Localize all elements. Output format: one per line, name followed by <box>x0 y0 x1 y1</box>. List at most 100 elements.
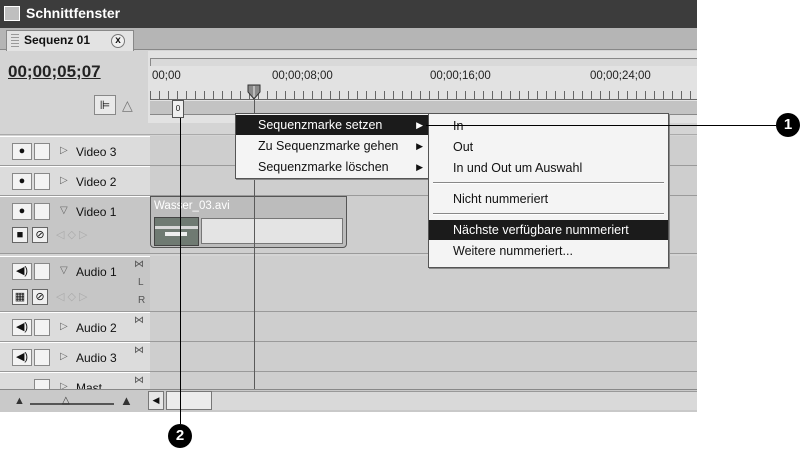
submenu-item-next-available-numbered[interactable]: Nächste verfügbare nummeriert <box>429 220 668 240</box>
submenu-arrow-icon: ▶ <box>416 120 423 130</box>
clip-body <box>201 218 343 244</box>
horizontal-scroll-track[interactable] <box>212 391 697 410</box>
menu-item-set-sequence-marker[interactable]: Sequenzmarke setzen ▶ <box>236 115 429 135</box>
track-audio-2[interactable] <box>150 312 697 342</box>
speaker-icon[interactable]: ◀) <box>12 263 32 280</box>
display-style-icon[interactable]: ■ <box>12 227 28 243</box>
menu-item-goto-sequence-marker[interactable]: Zu Sequenzmarke gehen ▶ <box>236 136 429 156</box>
set-marker-button[interactable]: △ <box>122 97 136 113</box>
window-title: Schnittfenster <box>26 5 121 21</box>
show-keyframes-icon[interactable]: ⊘ <box>32 227 48 243</box>
collapse-triangle-icon[interactable]: ▽ <box>60 205 68 216</box>
tab-grip-icon[interactable] <box>11 34 19 47</box>
scroll-left-arrow-icon[interactable]: ◀ <box>148 391 164 410</box>
tab-label: Sequenz 01 <box>24 33 91 47</box>
track-name: Video 1 <box>76 205 117 219</box>
submenu: In Out In und Out um Auswahl Nicht numme… <box>428 113 669 268</box>
track-name: Audio 3 <box>76 351 117 365</box>
callout-badge: 1 <box>776 113 800 137</box>
ruler-label: 00;00;24;00 <box>590 70 651 82</box>
track-name: Audio 2 <box>76 321 117 335</box>
speaker-icon[interactable]: ◀) <box>12 349 32 366</box>
track-header-video-3[interactable]: ● ▷ Video 3 <box>0 136 150 166</box>
track-name: Video 2 <box>76 175 117 189</box>
thumb-wave <box>155 226 198 229</box>
lock-toggle[interactable] <box>34 319 50 336</box>
waveform-icon[interactable]: ▦ <box>12 289 28 305</box>
mono-stereo-icon: ⋈ <box>134 345 144 356</box>
track-header-audio-2[interactable]: ◀) ▷ Audio 2 ⋈ <box>0 312 150 342</box>
track-name: Video 3 <box>76 145 117 159</box>
expand-triangle-icon[interactable]: ▷ <box>60 321 68 332</box>
menu-separator <box>433 182 664 184</box>
menu-item-label: Zu Sequenzmarke gehen <box>258 139 399 153</box>
track-audio-3[interactable] <box>150 342 697 372</box>
lock-toggle[interactable] <box>34 203 50 220</box>
title-bar[interactable]: Schnittfenster <box>0 0 697 28</box>
clip-thumbnail <box>154 217 199 246</box>
tab-close-icon[interactable]: x <box>111 34 125 48</box>
speaker-icon[interactable]: ◀) <box>12 319 32 336</box>
clip-name: Wasser_03.avi <box>154 200 230 212</box>
track-header-video-2[interactable]: ● ▷ Video 2 <box>0 166 150 196</box>
track-name: Audio 1 <box>76 265 117 279</box>
keyframe-nav-icon[interactable]: ◁ ◇ ▷ <box>56 290 88 303</box>
track-header-master[interactable]: ▷ Mast ⋈ <box>0 372 150 390</box>
submenu-item-in-out-around-selection[interactable]: In und Out um Auswahl <box>429 158 668 178</box>
track-header-video-1[interactable]: ● ▽ Video 1 ■ ⊘ ◁ ◇ ▷ <box>0 196 150 254</box>
callout-line <box>426 125 776 126</box>
ruler-label: 00;00;16;00 <box>430 70 491 82</box>
menu-item-clear-sequence-marker[interactable]: Sequenzmarke löschen ▶ <box>236 157 429 177</box>
eye-icon[interactable]: ● <box>12 173 32 190</box>
menu-item-label: Sequenzmarke setzen <box>258 118 383 132</box>
collapse-triangle-icon[interactable]: ▽ <box>60 265 68 276</box>
current-timecode[interactable]: 00;00;05;07 <box>8 62 101 82</box>
track-header-audio-3[interactable]: ◀) ▷ Audio 3 ⋈ <box>0 342 150 372</box>
snap-toggle-button[interactable]: ⊫ <box>94 95 116 115</box>
eye-icon[interactable]: ● <box>12 143 32 160</box>
submenu-item-in[interactable]: In <box>429 116 668 136</box>
lock-toggle[interactable] <box>34 143 50 160</box>
lock-toggle[interactable] <box>34 173 50 190</box>
submenu-arrow-icon: ▶ <box>416 141 423 151</box>
submenu-item-other-numbered[interactable]: Weitere nummeriert... <box>429 241 668 261</box>
mono-stereo-icon: ⋈ <box>134 375 144 386</box>
lock-toggle[interactable] <box>34 263 50 280</box>
ruler-label: 00;00;08;00 <box>272 70 333 82</box>
eye-icon[interactable]: ● <box>12 203 32 220</box>
keyframe-nav-icon[interactable]: ◁ ◇ ▷ <box>56 228 88 241</box>
callout-line <box>180 118 181 424</box>
track-master[interactable] <box>150 372 697 390</box>
zoom-slider-track[interactable] <box>30 403 114 405</box>
expand-triangle-icon[interactable]: ▷ <box>60 175 68 186</box>
timeline-window: Schnittfenster Sequenz 01 x 00;00;05;07 … <box>0 0 697 412</box>
zoom-out-icon[interactable]: ▲ <box>14 395 25 407</box>
submenu-arrow-icon: ▶ <box>416 162 423 172</box>
callout-badge: 2 <box>168 424 192 448</box>
menu-item-label: Sequenzmarke löschen <box>258 160 389 174</box>
context-menu: Sequenzmarke setzen ▶ Zu Sequenzmarke ge… <box>235 113 430 179</box>
lock-toggle[interactable] <box>34 349 50 366</box>
channel-right: R <box>138 295 146 306</box>
ruler-label: 00;00 <box>152 70 181 82</box>
show-keyframes-icon[interactable]: ⊘ <box>32 289 48 305</box>
zoom-in-icon[interactable]: ▲ <box>120 393 133 408</box>
ruler-ticks <box>150 91 697 100</box>
viewing-area-bar[interactable] <box>150 58 697 66</box>
expand-triangle-icon[interactable]: ▷ <box>60 351 68 362</box>
submenu-item-out[interactable]: Out <box>429 137 668 157</box>
current-time-indicator-icon[interactable] <box>246 84 262 100</box>
tab-sequence[interactable]: Sequenz 01 x <box>6 30 134 51</box>
channel-left: L <box>138 277 144 288</box>
app-window-icon <box>4 6 20 21</box>
expand-triangle-icon[interactable]: ▷ <box>60 145 68 156</box>
submenu-item-unnumbered[interactable]: Nicht nummeriert <box>429 189 668 209</box>
thumb-wave <box>165 232 187 236</box>
mono-stereo-icon: ⋈ <box>134 259 144 270</box>
track-header-audio-1[interactable]: ◀) ▽ Audio 1 ⋈ L R ▦ ⊘ ◁ ◇ ▷ <box>0 256 150 312</box>
menu-separator <box>433 213 664 215</box>
horizontal-scroll-thumb[interactable] <box>166 391 212 410</box>
zoom-slider-knob[interactable]: △ <box>62 396 72 406</box>
sequence-marker[interactable]: 0 <box>172 100 184 118</box>
mono-stereo-icon: ⋈ <box>134 315 144 326</box>
